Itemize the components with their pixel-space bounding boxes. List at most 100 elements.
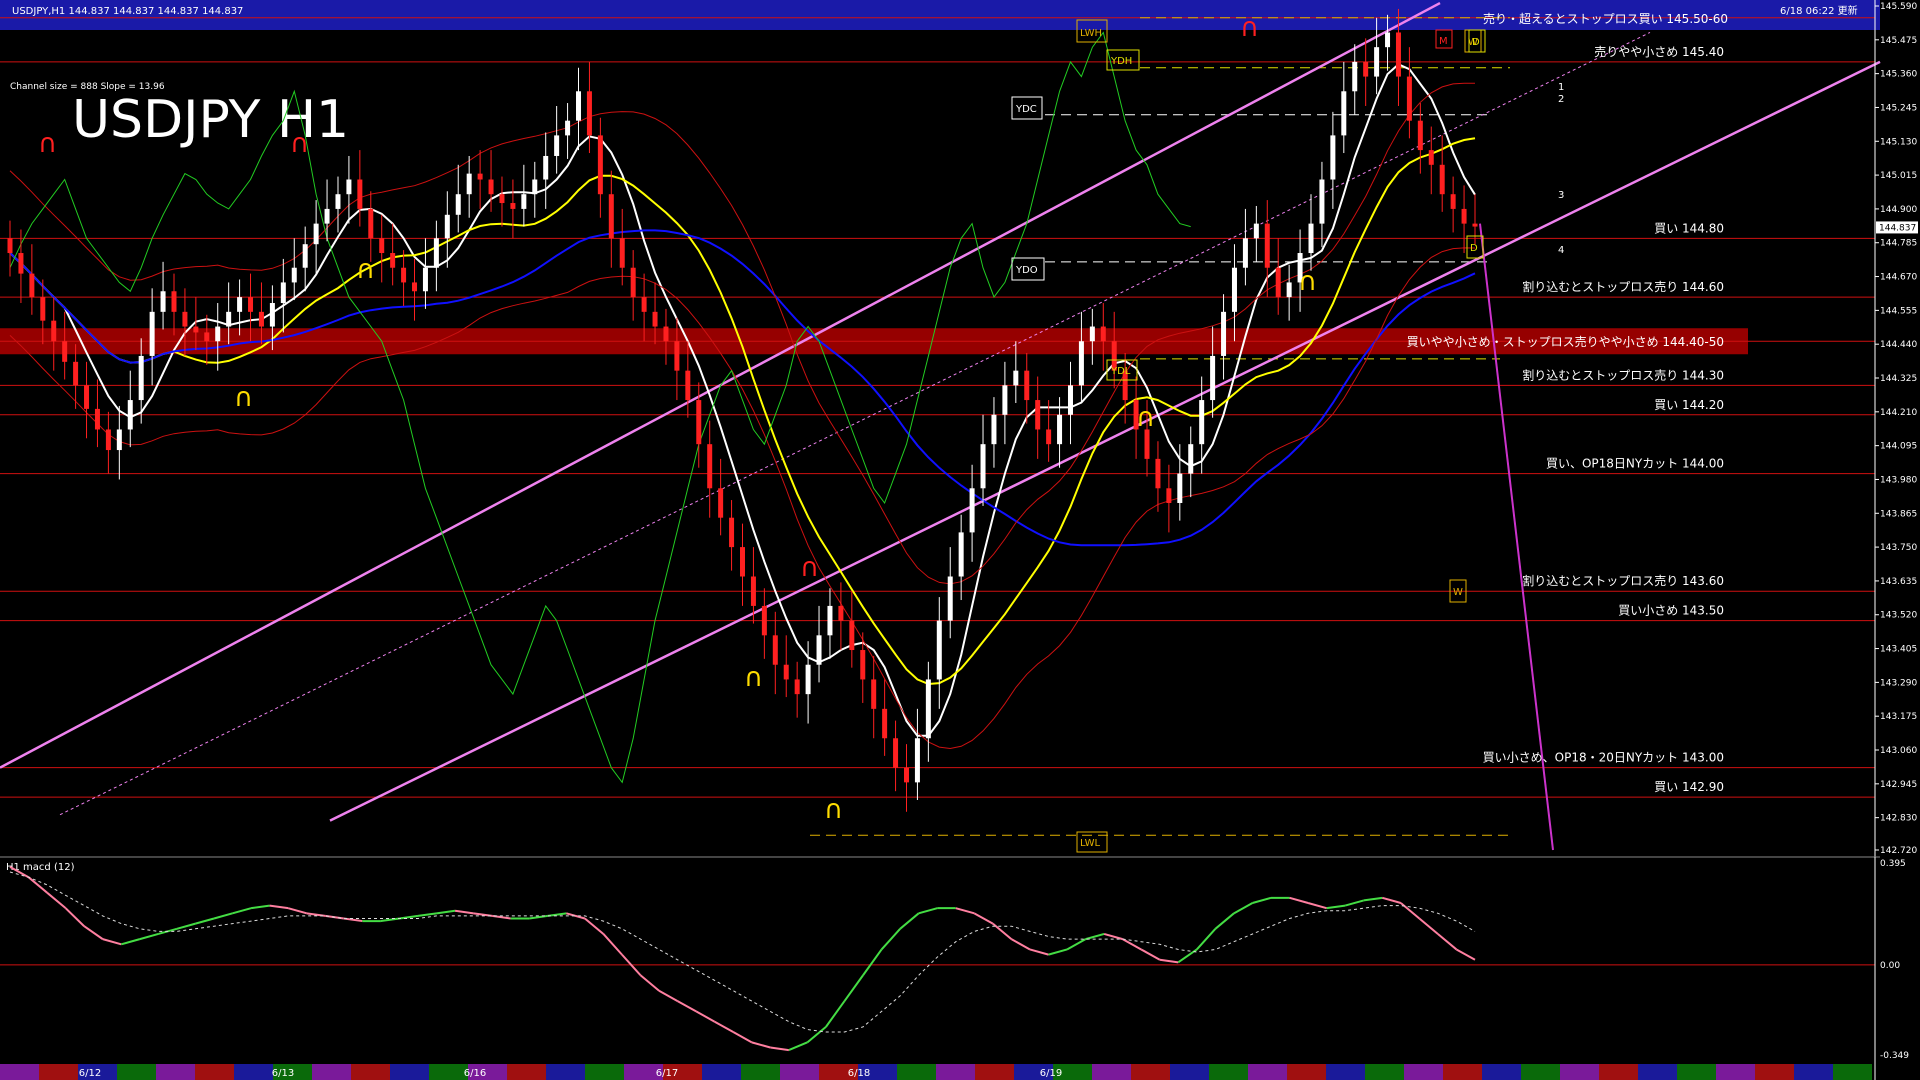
- candle-body: [51, 320, 57, 342]
- candle-body: [729, 517, 735, 548]
- level-label: 売り・超えるとストップロス買い 145.50-60: [1483, 11, 1728, 26]
- candle-body: [433, 238, 439, 268]
- candle-body: [1472, 223, 1478, 227]
- macd-line-segment: [1214, 912, 1235, 930]
- candle-body: [248, 297, 254, 312]
- candle-body: [718, 488, 724, 518]
- fractal-up-icon: ∩: [290, 129, 309, 159]
- macd-line-segment: [454, 909, 474, 915]
- date-strip-cell: [351, 1064, 390, 1080]
- macd-line-segment: [566, 912, 586, 920]
- candle-body: [269, 303, 275, 327]
- macd-line-segment: [1159, 958, 1179, 964]
- tick-label: 144.210: [1880, 408, 1917, 418]
- candle-body: [1078, 341, 1084, 386]
- candle-body: [1100, 326, 1106, 342]
- candle-body: [105, 429, 111, 451]
- candle-body: [1199, 400, 1205, 445]
- macd-line-segment: [287, 907, 307, 915]
- macd-line-segment: [843, 974, 864, 1002]
- candle-body: [871, 679, 877, 709]
- tick-label: 143.405: [1880, 645, 1917, 655]
- level-label: 買い小さめ、OP18・20日NYカット 143.00: [1483, 751, 1724, 765]
- macd-line-segment: [770, 1046, 789, 1052]
- candle-body: [761, 605, 767, 636]
- macd-line-segment: [602, 933, 623, 956]
- macd-line-segment: [1029, 948, 1049, 956]
- fractal-up-icon: ∩: [1240, 13, 1259, 43]
- macd-line-segment: [46, 891, 67, 909]
- date-strip-cell: [741, 1064, 780, 1080]
- candle-body: [291, 267, 297, 283]
- date-strip-cell: [1443, 1064, 1482, 1080]
- candle-body: [630, 267, 636, 298]
- macd-line-segment: [1140, 948, 1161, 961]
- date-strip-cell: [429, 1064, 468, 1080]
- macd-pane: 0.395 0.00 -0.349: [0, 857, 1909, 1062]
- candle-body: [554, 135, 560, 156]
- channel-label-3: 3: [1558, 190, 1564, 201]
- macd-line-segment: [195, 917, 215, 925]
- candle-body: [1319, 179, 1325, 224]
- candle-body: [466, 173, 472, 195]
- fractal-down-icon: ∩: [1298, 267, 1317, 297]
- date-strip-cell: [1326, 1064, 1365, 1080]
- date-strip-cell: [1638, 1064, 1677, 1080]
- candle-body: [1144, 429, 1150, 459]
- candle-body: [816, 635, 822, 665]
- date-label: 6/17: [656, 1068, 678, 1079]
- tick-label: 142.830: [1880, 814, 1917, 824]
- candle-body: [925, 679, 931, 739]
- candle-body: [1417, 120, 1423, 151]
- candle-body: [576, 91, 582, 121]
- level-label: 売りやや小さめ 145.40: [1594, 44, 1724, 59]
- candle-body: [149, 311, 155, 356]
- macd-line-segment: [1085, 933, 1105, 941]
- level-label: 買い小さめ 143.50: [1618, 604, 1724, 618]
- candle-body: [29, 273, 35, 298]
- macd-line-segment: [714, 1020, 734, 1033]
- fractal-down-icon: ∩: [234, 383, 253, 413]
- tick-label: 143.175: [1880, 712, 1917, 722]
- candle-body: [171, 291, 177, 312]
- current-price-label: 144.837: [1879, 223, 1916, 233]
- date-strip-cell: [897, 1064, 936, 1080]
- candle-body: [947, 576, 953, 621]
- macd-line-segment: [213, 912, 233, 920]
- candle-body: [936, 620, 942, 680]
- candle-body: [521, 194, 527, 209]
- macd-line-segment: [380, 917, 400, 923]
- date-strip-cell: [1170, 1064, 1209, 1080]
- date-strip-cell: [156, 1064, 195, 1080]
- date-strip-cell: [1833, 1064, 1872, 1080]
- macd-line-segment: [992, 922, 1013, 940]
- macd-line-segment: [751, 1041, 771, 1049]
- tick-label: 143.980: [1880, 475, 1917, 485]
- macd-line-segment: [1363, 896, 1383, 902]
- tick-label: 144.785: [1880, 239, 1917, 249]
- date-label: 6/16: [464, 1068, 486, 1079]
- candle-body: [991, 414, 997, 445]
- candle-body: [477, 173, 483, 180]
- macd-line-segment: [176, 922, 196, 930]
- candle-body: [1428, 150, 1434, 165]
- macd-line-segment: [862, 948, 883, 976]
- level-label: 買い 144.80: [1654, 221, 1724, 235]
- w-label-low: W: [1453, 587, 1463, 598]
- macd-line-segment: [880, 928, 901, 951]
- date-strip-cell: [585, 1064, 624, 1080]
- tick-label: 143.865: [1880, 509, 1917, 519]
- date-strip-cell: [1599, 1064, 1638, 1080]
- date-strip-cell: [702, 1064, 741, 1080]
- tick-label: 145.245: [1880, 103, 1917, 113]
- candle-body: [641, 297, 647, 312]
- candle-body: [1264, 223, 1270, 268]
- tick-label: 145.130: [1880, 137, 1917, 147]
- candle-body: [1363, 61, 1369, 77]
- candle-body: [882, 708, 888, 739]
- level-label: 買い 144.20: [1654, 398, 1724, 412]
- tick-label: 144.325: [1880, 374, 1917, 384]
- candle-body: [510, 203, 516, 209]
- candle-body: [357, 179, 363, 209]
- channel-label-2: 2: [1558, 94, 1564, 105]
